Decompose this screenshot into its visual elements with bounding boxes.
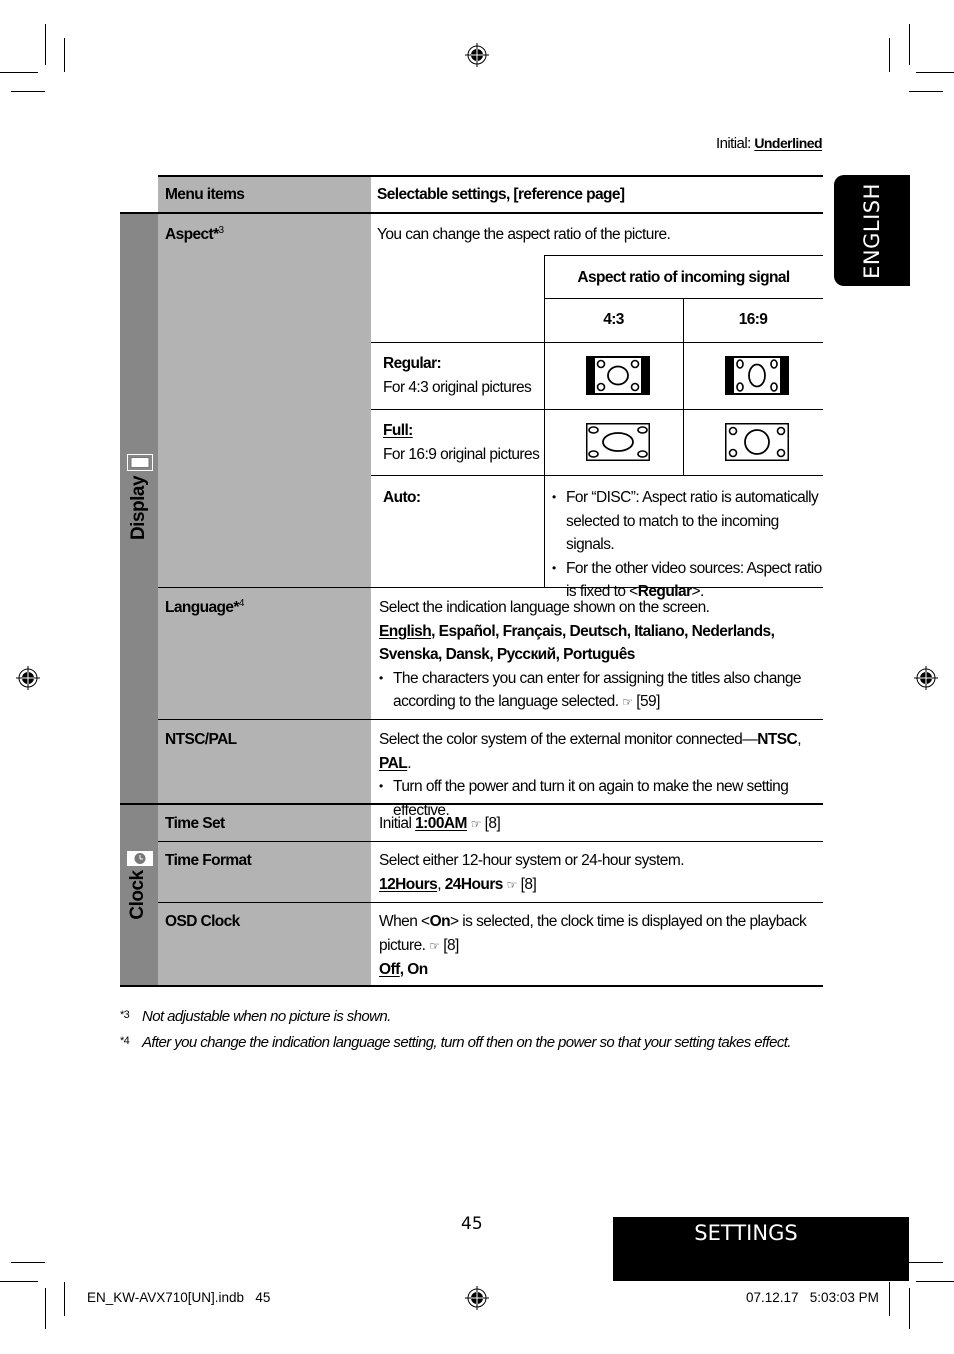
osd-clock-content: When <On> is selected, the clock time is… — [379, 913, 807, 978]
menu-item-time-set: Time Set — [165, 815, 225, 832]
table-top-rule — [158, 175, 823, 177]
aspect-regular-16-9-icon — [725, 356, 789, 395]
menu-item-aspect: Aspect*3 — [165, 224, 224, 243]
crop-mark — [909, 1288, 910, 1329]
crop-mark — [11, 91, 45, 92]
crop-mark — [0, 72, 38, 73]
footnote: *3 Not adjustable when no picture is show… — [120, 1008, 391, 1025]
aspect-regular: Regular: For 4:3 original pictures — [383, 355, 532, 396]
crop-mark — [45, 24, 46, 65]
language-tab: ENGLISH — [834, 175, 910, 286]
reference-hand-icon: ☞ — [429, 938, 440, 953]
language-tab-label: ENGLISH — [860, 183, 884, 279]
crop-mark — [0, 1281, 38, 1282]
crop-mark — [11, 1262, 45, 1263]
crop-mark — [889, 1282, 890, 1316]
aspect-col-16-9: 16:9 — [738, 311, 768, 328]
registration-mark-icon — [16, 666, 40, 690]
aspect-auto-desc: For “DISC”: Aspect ratio is automaticall… — [552, 486, 824, 604]
page-number: 45 — [461, 1214, 483, 1234]
initial-note: Initial: Underlined — [715, 135, 823, 152]
print-datetime: 07.12.17 5:03:03 PM — [746, 1290, 879, 1305]
crop-mark — [916, 72, 954, 73]
crop-mark — [909, 1262, 943, 1263]
aspect-subheader: Aspect ratio of incoming signal — [577, 269, 790, 286]
row-divider — [158, 902, 823, 903]
menu-item-time-format: Time Format — [165, 852, 252, 869]
language-content: Select the indication language shown on … — [379, 596, 819, 715]
menu-item-ntsc-pal: NTSC/PAL — [165, 731, 237, 748]
header-menu-items: Menu items — [165, 186, 245, 203]
crop-mark — [889, 38, 890, 72]
section-tab-label: SETTINGS — [694, 1221, 798, 1245]
row-divider — [158, 719, 823, 720]
subtable-rule — [371, 475, 823, 476]
crop-mark — [909, 24, 910, 65]
clock-icon — [127, 851, 153, 866]
header-selectable-settings: Selectable settings, [reference page] — [377, 186, 625, 203]
subtable-rule — [371, 342, 823, 343]
section-tab: SETTINGS — [613, 1217, 909, 1281]
registration-mark-icon — [914, 666, 938, 690]
reference-hand-icon: ☞ — [506, 877, 518, 892]
aspect-full-4-3-icon — [586, 423, 650, 461]
aspect-intro: You can change the aspect ratio of the p… — [377, 226, 671, 243]
aspect-regular-4-3-icon — [586, 356, 650, 395]
group-label-display: Display — [128, 475, 149, 541]
subtable-rule — [544, 255, 823, 256]
registration-mark-icon — [465, 43, 489, 67]
initial-note-value: Underlined — [754, 135, 822, 151]
reference-hand-icon: ☞ — [470, 817, 482, 831]
group-label-clock: Clock — [127, 870, 148, 920]
aspect-auto-label: Auto: — [383, 489, 421, 506]
language-default-option: English — [379, 622, 432, 640]
reference-hand-icon: ☞ — [622, 695, 633, 709]
crop-mark — [64, 38, 65, 72]
display-icon — [127, 454, 153, 471]
group-display: Display — [120, 450, 158, 550]
row-divider — [158, 841, 823, 842]
aspect-full: Full: For 16:9 original pictures — [383, 422, 540, 463]
crop-mark — [909, 91, 943, 92]
table-bottom-rule — [120, 985, 823, 987]
registration-mark-icon — [465, 1286, 489, 1310]
aspect-col-4-3: 4:3 — [603, 311, 624, 328]
subtable-vrule — [544, 255, 545, 587]
footnotes: *3 Not adjustable when no picture is show… — [120, 1003, 791, 1055]
print-file-info: EN_KW-AVX710[UN].indb 45 — [87, 1290, 271, 1305]
time-format-content: Select either 12-hour system or 24-hour … — [379, 852, 685, 893]
menu-item-language: Language*4 — [165, 597, 244, 616]
crop-mark — [45, 1288, 46, 1329]
crop-mark — [64, 1282, 65, 1316]
crop-mark — [916, 1281, 954, 1282]
footnote: *4 After you change the indication langua… — [120, 1034, 791, 1051]
time-set-content: Initial 1:00AM ☞ [8] — [379, 815, 501, 832]
group-clock: Clock — [120, 848, 158, 928]
ntsc-pal-content: Select the color system of the external … — [379, 728, 819, 822]
menu-item-osd-clock: OSD Clock — [165, 913, 240, 930]
subtable-rule — [371, 409, 823, 410]
header-bottom-rule — [120, 212, 823, 214]
aspect-full-16-9-icon — [725, 423, 789, 461]
